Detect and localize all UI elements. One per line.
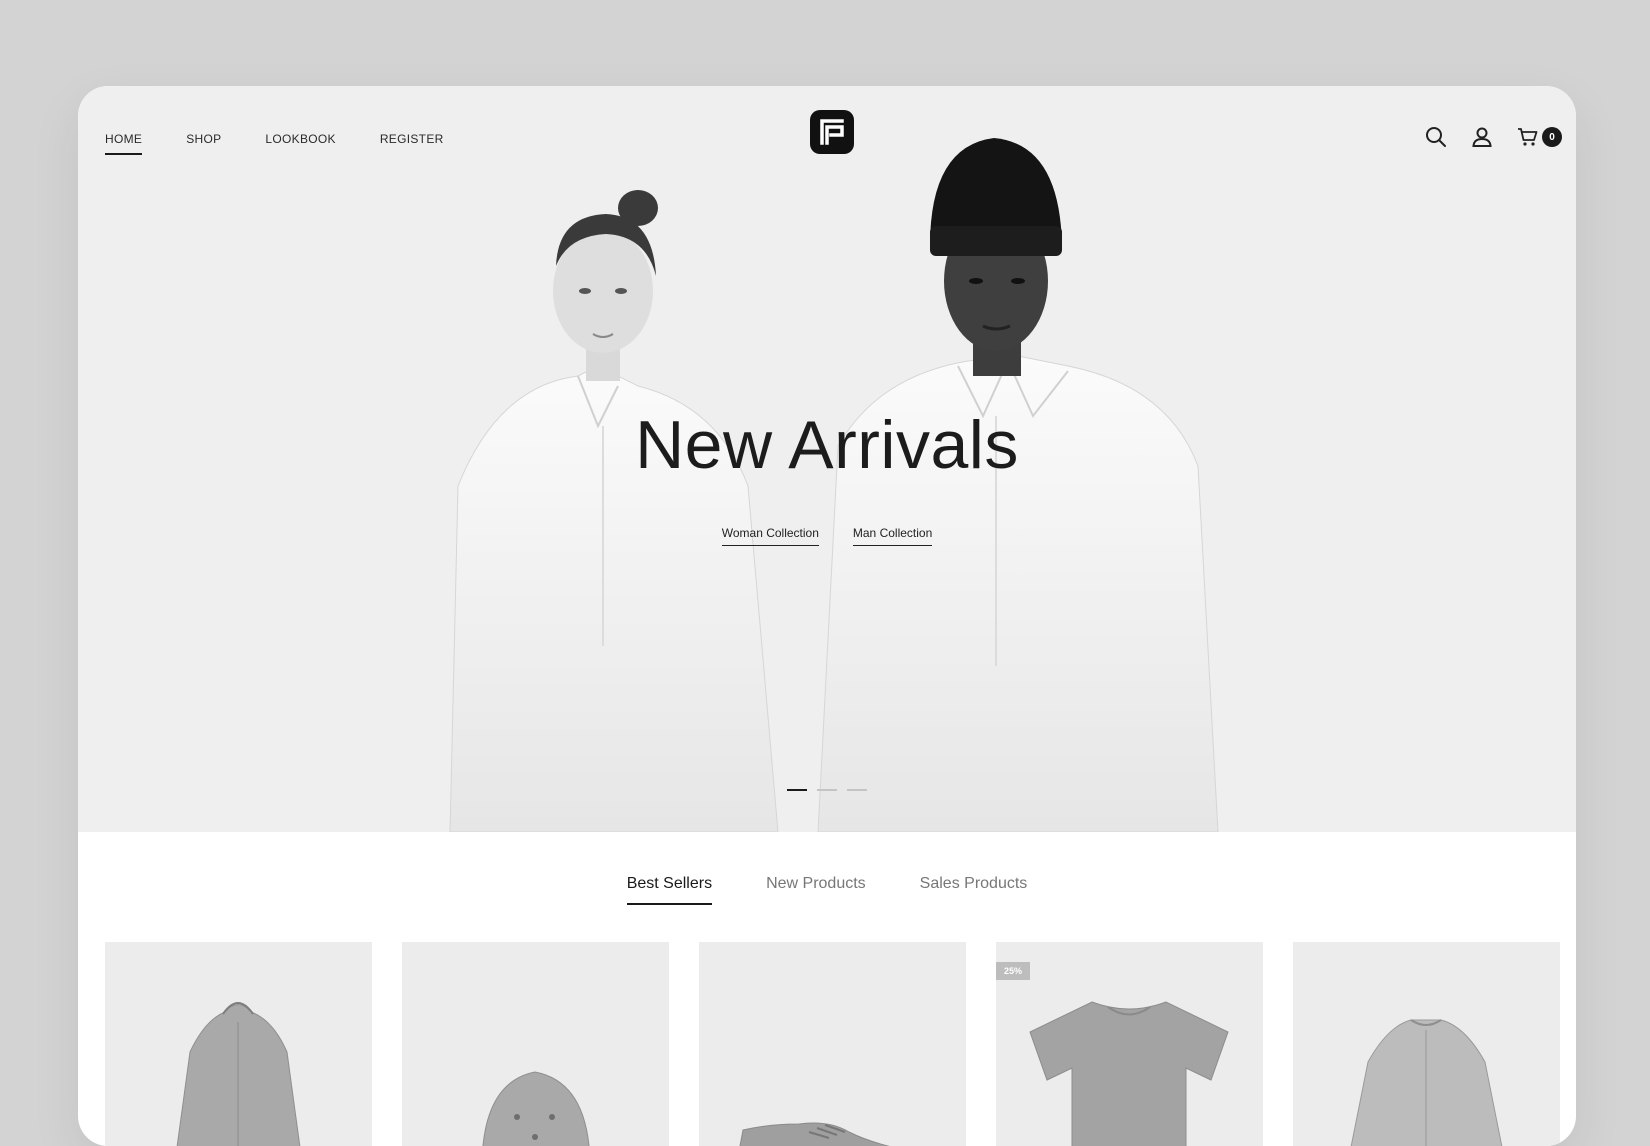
product-card-hooded-jacket[interactable] [105,942,372,1146]
brand-logo-icon [820,119,844,145]
nav-item-home[interactable]: HOME [105,132,143,155]
woman-figure [449,190,779,832]
product-card-cap[interactable] [402,942,669,1146]
slider-pagination [78,789,1576,791]
hero-collection-links: Woman Collection Man Collection [78,526,1576,546]
tab-sales-products[interactable]: Sales Products [920,875,1028,905]
tab-new-products[interactable]: New Products [766,875,866,905]
cart-count-badge: 0 [1542,127,1562,147]
nav-item-register[interactable]: REGISTER [380,132,444,155]
jacket-image [1350,1019,1503,1146]
t-shirt-image [1029,1001,1229,1146]
man-collection-link[interactable]: Man Collection [852,526,933,546]
cap-image [482,1071,590,1146]
slide-dot-1[interactable] [787,789,807,791]
search-icon[interactable] [1424,125,1448,149]
brand-logo[interactable] [810,110,854,154]
hooded-jacket-image [176,1002,301,1146]
header-actions: 0 [1424,125,1562,149]
product-card-t-shirt[interactable]: 25% [996,942,1263,1146]
browser-frame: HOME SHOP LOOKBOOK REGISTER 0 New Arriva… [78,86,1576,1146]
slide-dot-3[interactable] [847,789,867,791]
woman-collection-link[interactable]: Woman Collection [721,526,819,546]
main-nav: HOME SHOP LOOKBOOK REGISTER [105,132,444,155]
hero-section: HOME SHOP LOOKBOOK REGISTER 0 New Arriva… [78,86,1576,832]
cart-button[interactable]: 0 [1516,125,1562,149]
man-figure [817,138,1219,832]
nav-item-lookbook[interactable]: LOOKBOOK [265,132,335,155]
product-grid: 25% [105,942,1560,1146]
hero-title: New Arrivals [635,407,1019,483]
sneaker-image [739,1122,890,1146]
slide-dot-2[interactable] [817,789,837,791]
nav-item-shop[interactable]: SHOP [186,132,221,155]
user-icon[interactable] [1470,125,1494,149]
cart-icon [1516,125,1540,149]
tab-best-sellers[interactable]: Best Sellers [626,875,713,905]
product-tabs: Best Sellers New Products Sales Products [78,875,1576,905]
product-card-sneaker[interactable] [699,942,966,1146]
product-card-jacket[interactable] [1293,942,1560,1146]
